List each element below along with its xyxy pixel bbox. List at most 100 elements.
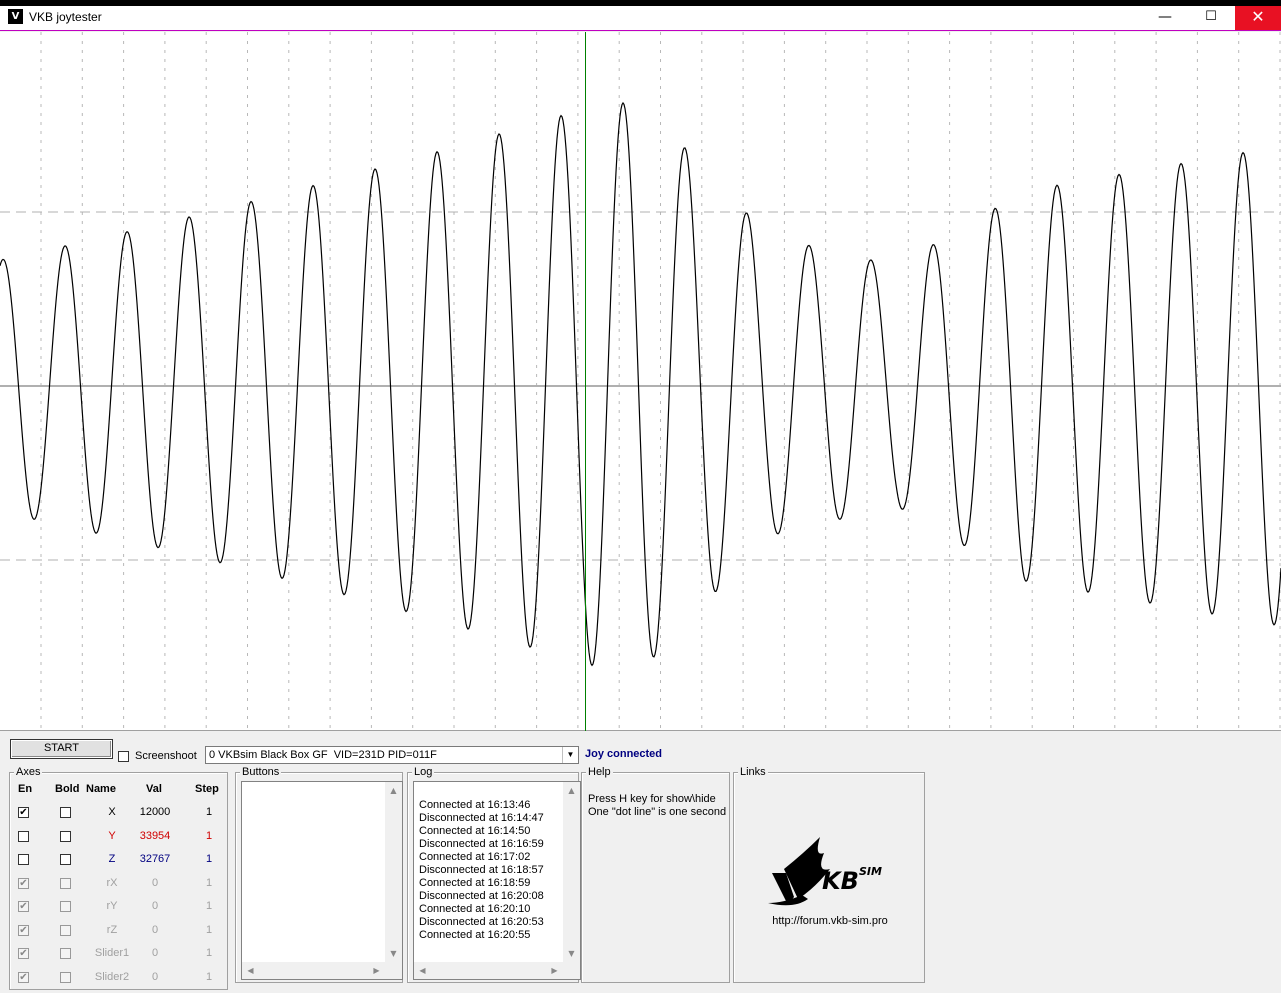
window-title: VKB joytester — [29, 10, 102, 24]
scroll-right-icon[interactable]: ▶ — [546, 962, 563, 979]
help-group: Help Press H key for show\hide One "dot … — [581, 766, 730, 983]
axis-enable-checkbox: ✔ — [18, 901, 29, 912]
scroll-corner — [385, 962, 402, 979]
axis-graph[interactable] — [0, 32, 1281, 731]
axis-step: 1 — [205, 900, 213, 912]
help-group-title: Help — [586, 766, 613, 778]
scroll-right-icon[interactable]: ▶ — [368, 962, 385, 979]
log-entry: Connected at 16:18:59 — [419, 877, 531, 889]
axis-name: rX — [106, 876, 118, 889]
scroll-down-icon[interactable]: ▼ — [563, 945, 580, 962]
minimize-button[interactable]: — — [1142, 6, 1188, 30]
axis-name: X — [108, 806, 116, 818]
axis-bold-checkbox — [60, 877, 71, 889]
axis-bold-checkbox[interactable] — [60, 854, 71, 865]
axes-header-en: En — [18, 783, 33, 795]
axis-enable-checkbox[interactable] — [18, 830, 29, 842]
axis-bold-checkbox[interactable] — [60, 830, 71, 842]
log-entry: Disconnected at 16:18:57 — [419, 864, 544, 876]
scroll-left-icon[interactable]: ◀ — [414, 962, 431, 979]
axis-name: rY — [106, 900, 118, 912]
axis-name: Z — [108, 853, 116, 865]
axis-enable-checkbox[interactable]: ✔ — [18, 807, 29, 818]
axis-step: 1 — [205, 853, 213, 865]
axis-step: 1 — [205, 806, 213, 818]
device-select-value: 0 VKBsim Black Box GF VID=231D PID=011F — [209, 749, 437, 761]
axis-name: Slider1 — [94, 947, 130, 959]
start-button[interactable]: START — [10, 739, 113, 759]
axis-value: 0 — [151, 970, 159, 983]
help-line: Press H key for show\hide — [588, 793, 716, 805]
log-entry: Connected at 16:17:02 — [419, 851, 531, 863]
device-select[interactable]: 0 VKBsim Black Box GF VID=231D PID=011F … — [205, 746, 579, 764]
axis-enable-checkbox[interactable] — [18, 854, 29, 865]
log-vertical-scrollbar[interactable]: ▲ ▼ — [563, 782, 580, 962]
axis-value: 0 — [151, 923, 159, 936]
log-entry: Connected at 16:20:10 — [419, 903, 531, 915]
axis-step: 1 — [205, 970, 213, 983]
axis-bold-checkbox — [60, 971, 71, 983]
x-axis-trace — [0, 101, 1281, 667]
axis-enable-checkbox: ✔ — [18, 877, 29, 889]
logo-sup-text: SIM — [859, 865, 882, 878]
axis-name: Y — [108, 829, 116, 842]
scroll-corner — [563, 962, 580, 979]
axis-step: 1 — [205, 829, 213, 842]
axis-value: 0 — [151, 947, 159, 959]
buttons-group: Buttons ▲ ▼ ◀ ▶ — [235, 766, 403, 983]
help-line: One "dot line" is one second — [588, 806, 727, 818]
scroll-up-icon[interactable]: ▲ — [563, 782, 580, 799]
axes-group: Axes En Bold Name Val Step ✔ X 12000 1 Y 3395… — [9, 766, 228, 990]
log-entry: Disconnected at 16:14:47 — [419, 812, 544, 824]
maximize-button[interactable]: ☐ — [1188, 6, 1234, 30]
buttons-horizontal-scrollbar[interactable]: ◀ ▶ — [242, 962, 385, 979]
axis-bold-checkbox — [60, 901, 71, 912]
buttons-vertical-scrollbar[interactable]: ▲ ▼ — [385, 782, 402, 962]
axis-name: rZ — [106, 923, 118, 936]
log-list[interactable]: Connected at 16:13:46 Disconnected at 16:… — [413, 781, 581, 980]
scroll-up-icon[interactable]: ▲ — [385, 782, 402, 799]
close-button[interactable]: ✕ — [1235, 6, 1281, 30]
axis-value: 12000 — [139, 806, 171, 818]
screenshoot-label: Screenshoot — [135, 750, 197, 762]
axis-enable-checkbox: ✔ — [18, 924, 29, 936]
buttons-list[interactable]: ▲ ▼ ◀ ▶ — [241, 781, 403, 980]
vkbsim-logo[interactable]: KB SIM — [764, 833, 894, 913]
scroll-down-icon[interactable]: ▼ — [385, 945, 402, 962]
axes-header-val: Val — [146, 783, 162, 795]
axis-step: 1 — [205, 947, 213, 959]
axes-header-step: Step — [195, 783, 219, 795]
log-group-title: Log — [412, 766, 435, 778]
log-entry: Disconnected at 16:20:53 — [419, 916, 544, 928]
log-group: Log Connected at 16:13:46 Disconnected at… — [407, 766, 581, 983]
buttons-group-title: Buttons — [240, 766, 282, 778]
axis-bold-checkbox[interactable] — [60, 807, 71, 818]
axis-value: 0 — [151, 876, 159, 889]
control-panel: START Screenshoot 0 VKBsim Black Box GF … — [0, 732, 1281, 993]
axes-header-name: Name — [86, 783, 116, 795]
links-group-title: Links — [738, 766, 768, 778]
title-bar[interactable]: V VKB joytester — ☐ ✕ — [0, 6, 1281, 31]
scroll-left-icon[interactable]: ◀ — [242, 962, 259, 979]
log-horizontal-scrollbar[interactable]: ◀ ▶ — [414, 962, 563, 979]
axis-value: 33954 — [139, 829, 171, 842]
axis-enable-checkbox: ✔ — [18, 948, 29, 959]
axis-step: 1 — [205, 876, 213, 889]
app-window: V VKB joytester — ☐ ✕ START Screenshoot … — [0, 6, 1281, 993]
axis-bold-checkbox — [60, 924, 71, 936]
connection-status: Joy connected — [585, 748, 663, 760]
forum-link[interactable]: http://forum.vkb-sim.pro — [734, 915, 926, 927]
axis-value: 32767 — [139, 853, 171, 865]
graph-canvas — [0, 32, 1281, 731]
axis-bold-checkbox — [60, 948, 71, 959]
axes-header-bold: Bold — [55, 783, 80, 795]
log-entry: Disconnected at 16:20:08 — [419, 890, 544, 902]
log-entry: Connected at 16:20:55 — [419, 929, 531, 941]
screenshoot-checkbox[interactable] — [118, 751, 129, 762]
axes-group-title: Axes — [14, 766, 43, 778]
axis-name: Slider2 — [94, 970, 130, 983]
axis-enable-checkbox: ✔ — [18, 971, 29, 983]
axis-step: 1 — [205, 923, 213, 936]
chevron-down-icon[interactable]: ▼ — [562, 747, 578, 763]
logo-text: KB — [822, 867, 859, 895]
